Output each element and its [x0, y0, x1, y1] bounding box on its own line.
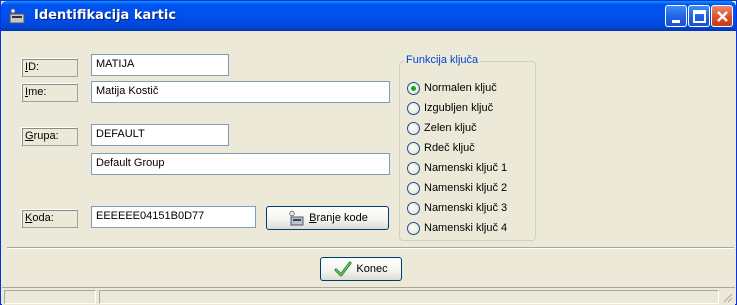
main-window: Identifikacija kartic ID: MATIJA Ime: Ma… [0, 0, 737, 305]
ime-label: Ime: [21, 83, 78, 102]
grupa-field[interactable]: DEFAULT [91, 124, 229, 146]
radio-label: Namenski ključ 2 [424, 182, 508, 194]
resize-grip-icon[interactable] [721, 291, 733, 305]
radio-button[interactable] [407, 141, 420, 155]
minimize-button[interactable] [665, 5, 687, 27]
status-pane [99, 290, 719, 304]
id-label: ID: [21, 58, 78, 77]
radio-button[interactable] [407, 201, 420, 215]
radio-label: Namenski ključ 4 [424, 222, 508, 234]
maximize-icon [693, 10, 706, 23]
radio-option-green[interactable]: Zelen ključ [407, 120, 477, 136]
radio-label: Namenski ključ 3 [424, 202, 508, 214]
grupa-label: Grupa: [21, 127, 78, 146]
title-bar[interactable]: Identifikacija kartic [1, 1, 736, 31]
radio-option-red[interactable]: Rdeč ključ [407, 140, 475, 156]
radio-label: Normalen ključ [424, 82, 497, 94]
key-function-title: Funkcija ključa [404, 54, 481, 66]
radio-option-dedicated-2[interactable]: Namenski ključ 2 [407, 180, 507, 196]
minimize-icon [672, 20, 680, 23]
radio-option-dedicated-1[interactable]: Namenski ključ 1 [407, 160, 507, 176]
radio-option-lost[interactable]: Izgubljen ključ [407, 100, 493, 116]
koda-field[interactable]: EEEEEE04151B0D77 [91, 206, 256, 228]
ime-field[interactable]: Matija Kostič [91, 81, 390, 103]
close-dialog-label: Konec [356, 263, 388, 275]
radio-button[interactable] [407, 81, 420, 95]
radio-option-dedicated-3[interactable]: Namenski ključ 3 [407, 200, 507, 216]
status-bar [2, 287, 735, 305]
radio-button[interactable] [407, 101, 420, 115]
status-pane [4, 290, 96, 304]
window-title: Identifikacija kartic [34, 8, 177, 23]
read-code-label: Branje kode [309, 212, 368, 224]
radio-label: Rdeč ključ [424, 142, 475, 154]
radio-label: Izgubljen ključ [424, 102, 494, 114]
close-dialog-button[interactable]: Konec [320, 257, 402, 281]
radio-option-dedicated-4[interactable]: Namenski ključ 4 [407, 220, 507, 236]
radio-label: Zelen ključ [424, 122, 477, 134]
grupa-description-field[interactable]: Default Group [91, 153, 390, 175]
radio-button[interactable] [407, 181, 420, 195]
close-button[interactable] [711, 5, 733, 27]
close-icon [717, 11, 728, 22]
radio-label: Namenski ključ 1 [424, 162, 508, 174]
card-reader-icon [287, 210, 305, 226]
read-code-button[interactable]: Branje kode [266, 206, 389, 230]
checkmark-icon [334, 261, 352, 277]
radio-button[interactable] [407, 221, 420, 235]
radio-button[interactable] [407, 161, 420, 175]
id-field[interactable]: MATIJA [91, 54, 229, 76]
koda-label: Koda: [21, 209, 78, 228]
radio-button[interactable] [407, 121, 420, 135]
separator [7, 247, 734, 249]
radio-option-normal[interactable]: Normalen ključ [407, 80, 497, 96]
maximize-button[interactable] [688, 5, 710, 27]
app-icon [8, 8, 26, 24]
